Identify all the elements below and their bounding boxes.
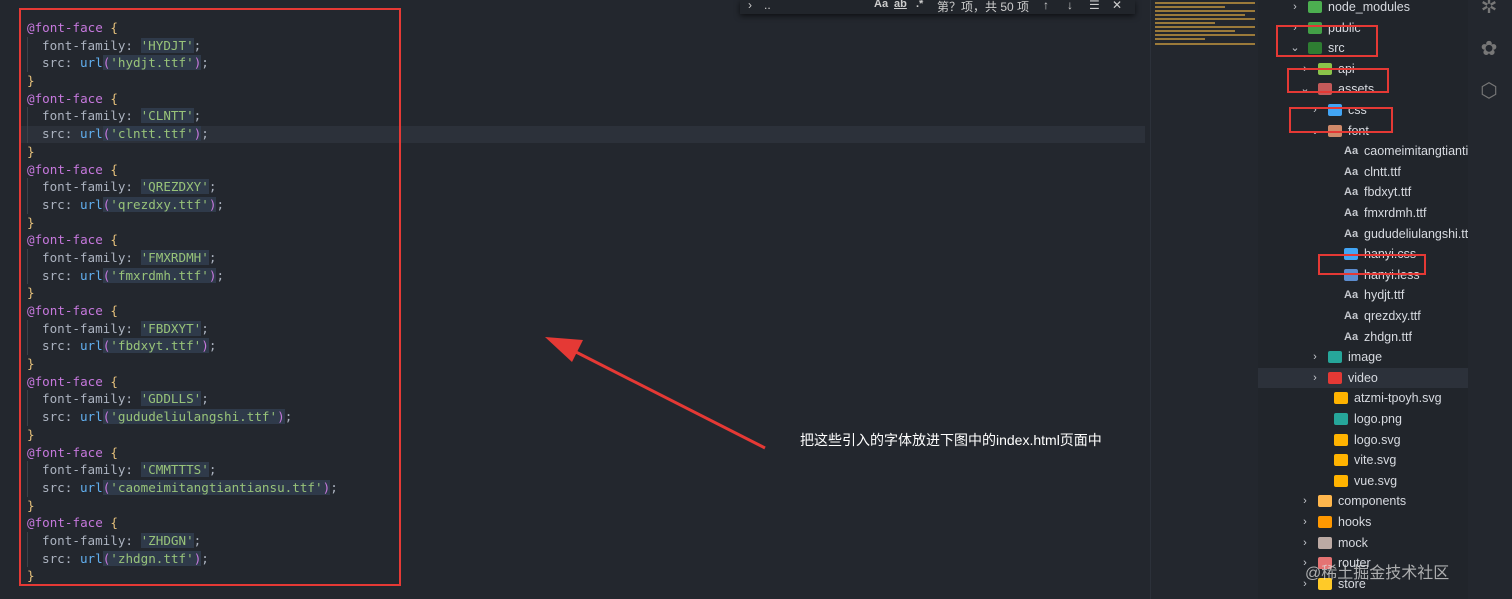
font-file-icon: Aa: [1344, 227, 1359, 240]
chevron-right-icon[interactable]: ›: [1300, 512, 1310, 532]
file-item[interactable]: logo.svg: [1258, 430, 1468, 450]
chevron-right-icon[interactable]: ›: [1310, 368, 1320, 388]
folder-item[interactable]: › node_modules: [1258, 0, 1468, 17]
svg-file-icon: [1334, 392, 1348, 405]
tree-item-label: components: [1338, 494, 1407, 509]
tree-item-label: mock: [1338, 535, 1368, 550]
file-item[interactable]: Aa fbdxyt.ttf: [1258, 182, 1468, 202]
folder-icon: [1308, 1, 1322, 13]
folder-icon: [1328, 371, 1342, 384]
font-file-icon: Aa: [1344, 310, 1359, 322]
minimap-line: [1155, 34, 1255, 36]
minimap-line: [1155, 43, 1255, 45]
tree-item-label: vue.svg: [1354, 473, 1398, 488]
minimap-line: [1155, 26, 1255, 28]
minimap-line: [1155, 30, 1235, 32]
file-item[interactable]: vite.svg: [1258, 450, 1468, 470]
folder-icon: [1318, 536, 1332, 549]
minimap-line: [1155, 14, 1245, 16]
activity-bar[interactable]: ✲ ✿ ⬡: [1468, 0, 1512, 599]
svg-file-icon: [1334, 433, 1348, 446]
file-item[interactable]: Aa fmxrdmh.ttf: [1258, 203, 1468, 223]
assets-highlight-box: [1287, 68, 1389, 93]
minimap[interactable]: [1150, 0, 1259, 599]
minimap-line: [1155, 38, 1205, 40]
folder-icon: [1318, 516, 1332, 528]
tree-item-label: clntt.ttf: [1364, 164, 1401, 179]
tree-item-label: atzmi-tpoyh.svg: [1354, 391, 1442, 406]
minimap-line: [1155, 6, 1225, 8]
tree-item-label: video: [1348, 370, 1378, 385]
font-file-icon: Aa: [1344, 207, 1359, 219]
tree-item-label: logo.svg: [1354, 432, 1401, 447]
font-file-icon: Aa: [1344, 145, 1359, 158]
chevron-right-icon[interactable]: ›: [1290, 0, 1300, 17]
minimap-line: [1155, 22, 1215, 24]
minimap-line: [1155, 10, 1255, 12]
tree-item-label: zhdgn.ttf: [1364, 329, 1412, 344]
svg-file-icon: [1334, 454, 1348, 467]
folder-item[interactable]: › mock: [1258, 533, 1468, 553]
image-file-icon: [1334, 413, 1348, 425]
chevron-right-icon[interactable]: ›: [1300, 491, 1310, 511]
tree-item-label: hydjt.ttf: [1364, 288, 1405, 303]
font-file-icon: Aa: [1344, 165, 1359, 178]
font-file-icon: Aa: [1344, 186, 1359, 199]
font-highlight-box: [1289, 107, 1393, 133]
folder-item[interactable]: › image: [1258, 347, 1468, 367]
minimap-line: [1155, 18, 1255, 20]
folder-icon: [1328, 351, 1342, 364]
minimap-line: [1155, 2, 1255, 4]
src-highlight-box: [1276, 25, 1378, 57]
svg-file-icon: [1334, 474, 1348, 487]
tree-item-label: image: [1348, 350, 1383, 365]
font-file-icon: Aa: [1344, 330, 1359, 343]
tree-item-label: fbdxyt.ttf: [1364, 185, 1412, 200]
tree-item-label: vite.svg: [1354, 453, 1397, 468]
hanyi-css-highlight-box: [1318, 254, 1426, 275]
tree-item-label: fmxrdmh.ttf: [1364, 206, 1427, 220]
extensions-icon[interactable]: ✿: [1478, 38, 1500, 60]
annotation-arrow: [545, 337, 766, 450]
tree-item-label: qrezdxy.ttf: [1364, 309, 1421, 323]
tree-item-label: node_modules: [1328, 0, 1411, 14]
chevron-right-icon[interactable]: ›: [1300, 533, 1310, 553]
chevron-right-icon[interactable]: ›: [1310, 347, 1320, 367]
annotation-text: 把这些引入的字体放进下图中的index.html页面中: [800, 432, 1102, 448]
folder-item[interactable]: › components: [1258, 491, 1468, 511]
file-item[interactable]: Aa clntt.ttf: [1258, 162, 1468, 182]
watermark: @稀土掘金技术社区: [1305, 565, 1450, 582]
file-item[interactable]: Aa gududeliulangshi.ttf: [1258, 224, 1472, 244]
file-item[interactable]: Aa caomeimitangtiantia...: [1258, 141, 1486, 161]
remote-icon[interactable]: ⬡: [1478, 80, 1500, 102]
file-item[interactable]: logo.png: [1258, 409, 1468, 429]
file-item[interactable]: Aa qrezdxy.ttf: [1258, 306, 1468, 326]
font-file-icon: Aa: [1344, 289, 1359, 302]
file-item[interactable]: atzmi-tpoyh.svg: [1258, 388, 1468, 408]
file-item[interactable]: Aa hydjt.ttf: [1258, 285, 1468, 305]
folder-item[interactable]: › hooks: [1258, 512, 1468, 532]
folder-icon: [1318, 495, 1332, 508]
debug-icon[interactable]: ✲: [1478, 0, 1500, 18]
tree-item-label: hooks: [1338, 515, 1372, 529]
tree-item-label: logo.png: [1354, 412, 1402, 426]
file-item[interactable]: Aa zhdgn.ttf: [1258, 327, 1468, 347]
tree-item-label: gududeliulangshi.ttf: [1364, 226, 1472, 241]
folder-item[interactable]: › video: [1258, 367, 1468, 388]
file-item[interactable]: vue.svg: [1258, 471, 1468, 491]
